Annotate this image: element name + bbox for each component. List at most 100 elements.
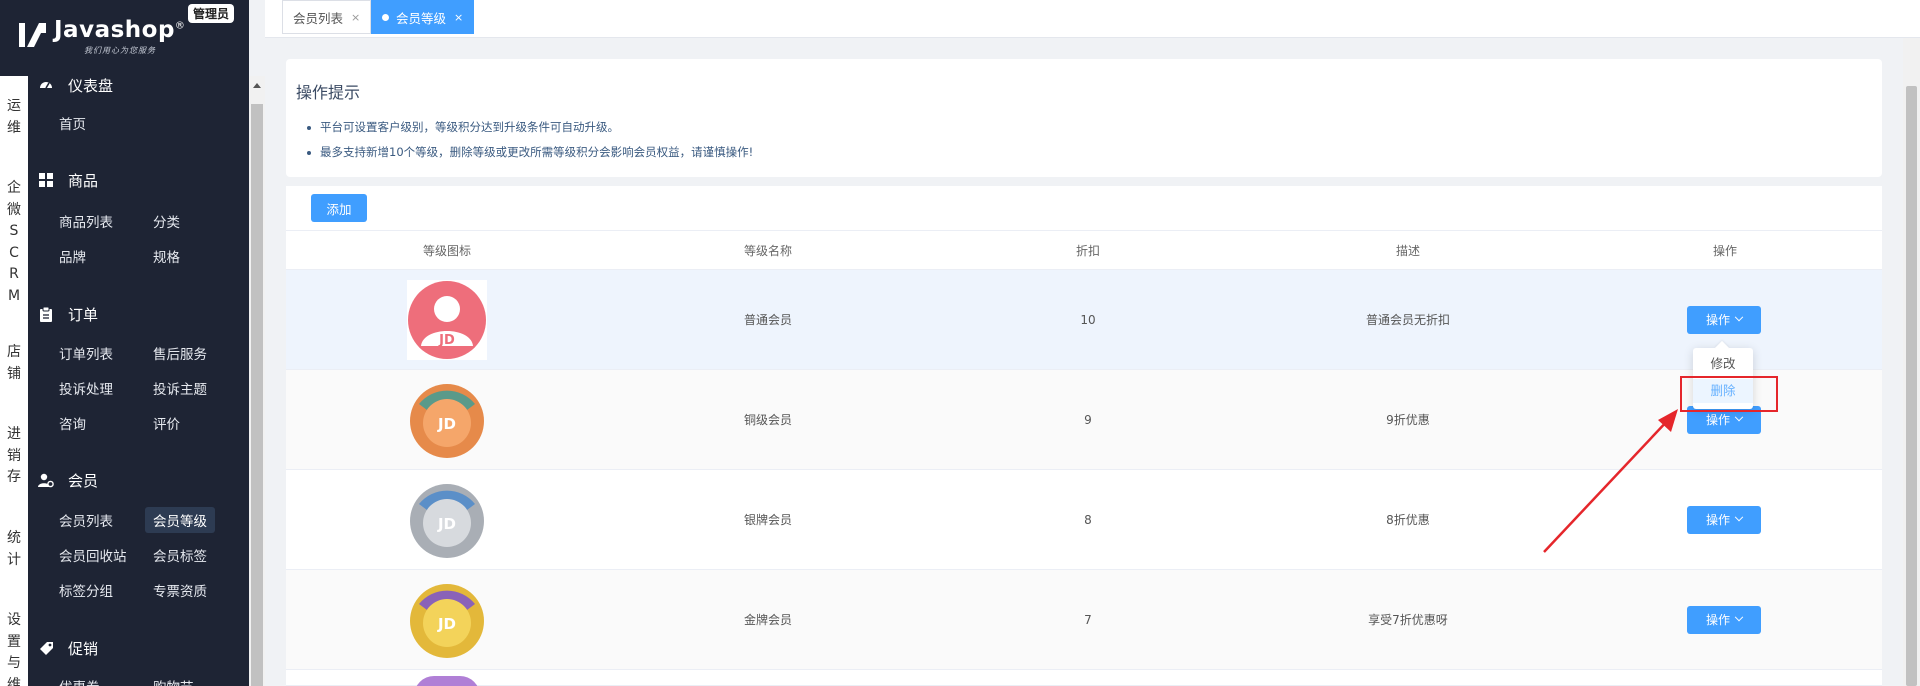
sidebar-scroll-thumb[interactable] (251, 104, 263, 686)
action-dropdown-button[interactable]: 操作 (1687, 506, 1761, 534)
scroll-up-arrow-icon[interactable] (253, 83, 261, 88)
tips-title: 操作提示 (296, 83, 361, 102)
vnav-item-shop[interactable]: 店铺 (0, 342, 28, 385)
action-label: 操作 (1705, 613, 1730, 627)
level-name: 普通会员 (743, 313, 792, 327)
menu-item-complaint-topics[interactable]: 投诉主题 (145, 375, 215, 401)
table-header: 等级图标 等级名称 折扣 描述 操作 (286, 230, 1882, 270)
menu-item-coupons[interactable]: 优惠券 (51, 673, 108, 686)
menu-section-title: 仪表盘 (68, 76, 114, 95)
annotation-arrow-icon (1543, 409, 1678, 553)
vnav-label: 店铺 (7, 344, 21, 382)
gold-jd-badge-icon: JD (407, 580, 487, 660)
tips-panel: 操作提示 平台可设置客户级别，等级积分达到升级条件可自动升级。 最多支持新增10… (286, 59, 1882, 177)
action-label: 操作 (1705, 513, 1730, 527)
menu-item-order-list[interactable]: 订单列表 (51, 340, 121, 366)
menu-item-invoice-qualification[interactable]: 专票资质 (145, 577, 215, 603)
tab-label: 会员等级 (396, 10, 447, 26)
level-name: 铜级会员 (743, 413, 792, 427)
brand-name: Javashop® (54, 17, 186, 43)
user-gear-icon (38, 472, 54, 488)
tab-label: 会员列表 (293, 10, 344, 26)
action-dropdown-button[interactable]: 操作 (1687, 606, 1761, 634)
svg-text:JD: JD (437, 515, 456, 533)
menu-item-tag-groups[interactable]: 标签分组 (51, 577, 121, 603)
tab-member-level[interactable]: 会员等级 × (371, 0, 475, 34)
menu-item-reviews[interactable]: 评价 (145, 410, 188, 436)
menu-section-orders: 订单 (38, 302, 98, 326)
menu-item-shopping-festival[interactable]: 购物节 (145, 673, 202, 686)
menu-item-category[interactable]: 分类 (145, 208, 188, 234)
tips-list: 平台可设置客户级别，等级积分达到升级条件可自动升级。 最多支持新增10个等级，删… (306, 115, 753, 165)
menu-section-title: 商品 (68, 171, 99, 190)
page-scroll-thumb[interactable] (1906, 86, 1917, 686)
chevron-down-icon (1734, 412, 1744, 422)
menu-section-promotion: 促销 (38, 636, 98, 660)
menu-item-member-tags[interactable]: 会员标签 (145, 542, 215, 568)
level-discount: 7 (1084, 613, 1092, 627)
vnav-item-scrm[interactable]: 企微SCRM (0, 178, 28, 307)
vnav-label: 进销存 (7, 426, 21, 485)
action-dropdown-button[interactable]: 操作 (1687, 306, 1761, 334)
menu-item-goods-list[interactable]: 商品列表 (51, 208, 121, 234)
menu-item-member-recycle[interactable]: 会员回收站 (51, 542, 135, 568)
active-dot-icon (382, 13, 389, 21)
menu-section-title: 会员 (68, 471, 99, 490)
level-name: 银牌会员 (743, 513, 792, 527)
vnav-item-stats[interactable]: 统计 (0, 528, 28, 571)
javashop-logo-icon (19, 23, 46, 47)
vnav-item-settings[interactable]: 设置与维 (0, 610, 28, 686)
clipboard-icon (38, 306, 54, 322)
level-description: 8折优惠 (1386, 513, 1430, 527)
page-scrollbar[interactable] (1903, 38, 1920, 686)
column-header-name: 等级名称 (743, 244, 792, 258)
menu-item-consult[interactable]: 咨询 (51, 410, 94, 436)
sidebar-scrollbar[interactable] (249, 76, 265, 686)
tab-member-list[interactable]: 会员列表 × (282, 0, 372, 34)
column-header-icon: 等级图标 (422, 244, 471, 258)
menu-item-home[interactable]: 首页 (51, 110, 94, 136)
tag-icon (38, 640, 54, 656)
level-discount: 9 (1084, 413, 1092, 427)
menu-item-complaints[interactable]: 投诉处理 (51, 375, 121, 401)
vnav-item-ops[interactable]: 运维 (0, 96, 28, 139)
menu-item-spec[interactable]: 规格 (145, 243, 188, 269)
close-icon[interactable]: × (351, 11, 360, 24)
chevron-down-icon (1734, 312, 1744, 322)
vnav-label: 统计 (7, 530, 21, 568)
tip-item: 平台可设置客户级别，等级积分达到升级条件可自动升级。 (306, 115, 753, 140)
menu-section-title: 订单 (68, 305, 99, 324)
menu-item-member-level[interactable]: 会员等级 (145, 507, 215, 533)
level-description: 9折优惠 (1386, 413, 1430, 427)
table-row: JD 金牌会员 7 享受7折优惠呀 操作 (286, 570, 1882, 670)
brand-reg-mark: ® (174, 20, 186, 32)
logo[interactable]: Javashop® 我们用心为您服务 管理员 (0, 0, 249, 76)
vertical-nav: 运维 企微SCRM 店铺 进销存 统计 设置与维 (0, 76, 28, 686)
column-header-description: 描述 (1395, 244, 1420, 258)
menu-item-after-sales[interactable]: 售后服务 (145, 340, 215, 366)
vnav-item-inventory[interactable]: 进销存 (0, 424, 28, 489)
menu-item-member-list[interactable]: 会员列表 (51, 507, 121, 533)
level-description: 享受7折优惠呀 (1368, 613, 1448, 627)
menu-item-brand[interactable]: 品牌 (51, 243, 94, 269)
vnav-label: 企微SCRM (7, 180, 21, 304)
grid-icon (38, 172, 54, 188)
column-header-actions: 操作 (1712, 244, 1737, 258)
action-label: 操作 (1705, 313, 1730, 327)
close-icon[interactable]: × (454, 11, 463, 24)
menu-section-goods: 商品 (38, 168, 98, 192)
pink-user-jd-icon: JD (407, 280, 487, 360)
menu-section-title: 促销 (68, 639, 99, 658)
menu-section-dashboard: 仪表盘 (38, 76, 113, 97)
svg-text:JD: JD (438, 333, 455, 348)
chevron-down-icon (1734, 512, 1744, 522)
tab-bar: 会员列表 × 会员等级 × (265, 0, 1920, 38)
level-discount: 8 (1084, 513, 1092, 527)
add-button[interactable]: 添加 (311, 194, 367, 222)
vnav-label: 运维 (7, 98, 21, 136)
menu-item-edit[interactable]: 修改 (1693, 354, 1753, 374)
silver-jd-badge-icon: JD (410, 484, 484, 558)
level-name: 金牌会员 (743, 613, 792, 627)
menu-section-members: 会员 (38, 468, 98, 492)
table-row: JD 普通会员 10 普通会员无折扣 操作 (286, 270, 1882, 370)
